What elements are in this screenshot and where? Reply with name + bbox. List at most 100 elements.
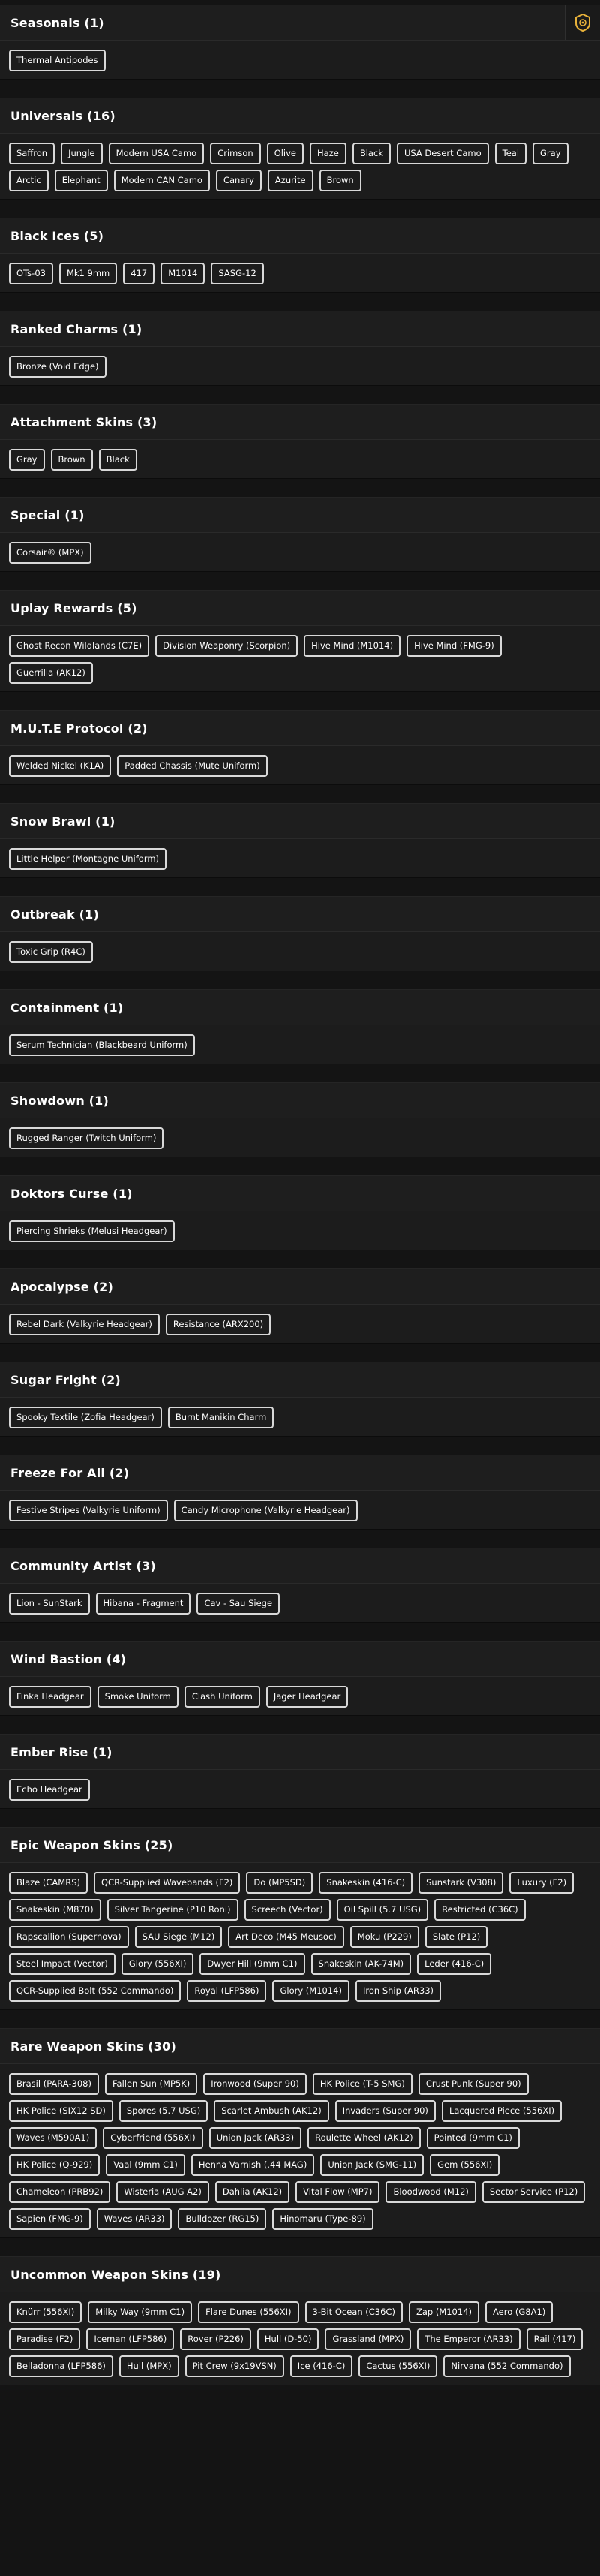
item-chip[interactable]: Clash Uniform	[184, 1686, 260, 1708]
item-chip[interactable]: Rapscallion (Supernova)	[9, 1926, 129, 1948]
item-chip[interactable]: Glory (556XI)	[121, 1953, 194, 1975]
item-chip[interactable]: Dwyer Hill (9mm C1)	[200, 1953, 305, 1975]
item-chip[interactable]: Cactus (556XI)	[358, 2355, 438, 2377]
item-chip[interactable]: Do (MP5SD)	[246, 1872, 314, 1894]
item-chip[interactable]: Sunstark (V308)	[418, 1872, 504, 1894]
item-chip[interactable]: SAU Siege (M12)	[134, 1926, 223, 1948]
item-chip[interactable]: Bulldozer (RG15)	[178, 2208, 267, 2230]
item-chip[interactable]: Teal	[494, 143, 527, 164]
item-chip[interactable]: Finka Headgear	[9, 1686, 92, 1708]
item-chip[interactable]: Snakeskin (416-C)	[319, 1872, 413, 1894]
item-chip[interactable]: Thermal Antipodes	[9, 50, 106, 71]
item-chip[interactable]: Grassland (MPX)	[325, 2328, 412, 2350]
item-chip[interactable]: Hinomaru (Type-89)	[272, 2208, 374, 2230]
item-chip[interactable]: Jager Headgear	[266, 1686, 349, 1708]
item-chip[interactable]: Festive Stripes (Valkyrie Uniform)	[9, 1500, 168, 1521]
item-chip[interactable]: Zap (M1014)	[408, 2301, 479, 2323]
item-chip[interactable]: QCR-Supplied Wavebands (F2)	[93, 1872, 241, 1894]
item-chip[interactable]: Candy Microphone (Valkyrie Headgear)	[173, 1500, 358, 1521]
item-chip[interactable]: Piercing Shrieks (Melusi Headgear)	[9, 1220, 175, 1242]
item-chip[interactable]: HK Police (Q-929)	[9, 2154, 100, 2176]
item-chip[interactable]: Modern CAN Camo	[113, 170, 210, 191]
item-chip[interactable]: Moku (P229)	[350, 1926, 419, 1948]
item-chip[interactable]: Fallen Sun (MP5K)	[104, 2073, 198, 2095]
item-chip[interactable]: Padded Chassis (Mute Uniform)	[117, 755, 268, 777]
item-chip[interactable]: Slate (P12)	[424, 1926, 488, 1948]
item-chip[interactable]: Union Jack (SMG-11)	[320, 2154, 424, 2176]
item-chip[interactable]: Gem (556XI)	[430, 2154, 500, 2176]
item-chip[interactable]: Crimson	[210, 143, 261, 164]
item-chip[interactable]: Royal (LFP586)	[187, 1980, 267, 2002]
item-chip[interactable]: Blaze (CAMRS)	[9, 1872, 88, 1894]
item-chip[interactable]: Union Jack (AR33)	[208, 2127, 302, 2149]
item-chip[interactable]: Pit Crew (9x19VSN)	[184, 2355, 284, 2377]
item-chip[interactable]: HK Police (SIX12 SD)	[9, 2100, 113, 2122]
item-chip[interactable]: Division Weaponry (Scorpion)	[155, 635, 298, 657]
item-chip[interactable]: Dahlia (AK12)	[214, 2181, 290, 2203]
item-chip[interactable]: Glory (M1014)	[272, 1980, 350, 2002]
item-chip[interactable]: Hull (MPX)	[118, 2355, 179, 2377]
item-chip[interactable]: Hull (D-50)	[256, 2328, 320, 2350]
item-chip[interactable]: Gray	[9, 449, 45, 471]
item-chip[interactable]: Jungle	[61, 143, 103, 164]
item-chip[interactable]: Oil Spill (5.7 USG)	[336, 1899, 429, 1921]
item-chip[interactable]: Steel Impact (Vector)	[9, 1953, 116, 1975]
item-chip[interactable]: Rugged Ranger (Twitch Uniform)	[9, 1127, 164, 1149]
item-chip[interactable]: Welded Nickel (K1A)	[9, 755, 112, 777]
item-chip[interactable]: Arctic	[9, 170, 49, 191]
item-chip[interactable]: Art Deco (M45 Meusoc)	[228, 1926, 344, 1948]
item-chip[interactable]: Guerrilla (AK12)	[9, 662, 93, 684]
item-chip[interactable]: Gray	[532, 143, 568, 164]
item-chip[interactable]: Serum Technician (Blackbeard Uniform)	[9, 1034, 195, 1056]
item-chip[interactable]: Leder (416-C)	[417, 1953, 492, 1975]
item-chip[interactable]: HK Police (T-5 SMG)	[312, 2073, 412, 2095]
item-chip[interactable]: Waves (AR33)	[96, 2208, 172, 2230]
item-chip[interactable]: SASG-12	[211, 263, 264, 284]
item-chip[interactable]: Roulette Wheel (AK12)	[308, 2127, 421, 2149]
item-chip[interactable]: Ghost Recon Wildlands (C7E)	[9, 635, 150, 657]
item-chip[interactable]: Vaal (9mm C1)	[106, 2154, 185, 2176]
item-chip[interactable]: Iron Ship (AR33)	[355, 1980, 442, 2002]
item-chip[interactable]: Sapien (FMG-9)	[9, 2208, 91, 2230]
item-chip[interactable]: Sector Service (P12)	[482, 2181, 586, 2203]
item-chip[interactable]: Brasil (PARA-308)	[9, 2073, 99, 2095]
item-chip[interactable]: Black	[352, 143, 391, 164]
item-chip[interactable]: Screech (Vector)	[244, 1899, 331, 1921]
item-chip[interactable]: Pointed (9mm C1)	[426, 2127, 520, 2149]
item-chip[interactable]: Bronze (Void Edge)	[9, 356, 106, 378]
item-chip[interactable]: Milky Way (9mm C1)	[88, 2301, 193, 2323]
item-chip[interactable]: Burnt Manikin Charm	[167, 1407, 274, 1428]
item-chip[interactable]: Crust Punk (Super 90)	[418, 2073, 529, 2095]
item-chip[interactable]: Iceman (LFP586)	[86, 2328, 175, 2350]
item-chip[interactable]: Aero (G8A1)	[485, 2301, 554, 2323]
item-chip[interactable]: Ice (416-C)	[290, 2355, 353, 2377]
item-chip[interactable]: OTs-03	[9, 263, 53, 284]
item-chip[interactable]: Spooky Textile (Zofia Headgear)	[9, 1407, 162, 1428]
item-chip[interactable]: Belladonna (LFP586)	[9, 2355, 113, 2377]
item-chip[interactable]: Chameleon (PRB92)	[9, 2181, 111, 2203]
item-chip[interactable]: Hibana - Fragment	[95, 1593, 191, 1615]
item-chip[interactable]: USA Desert Camo	[396, 143, 489, 164]
item-chip[interactable]: Paradise (F2)	[9, 2328, 81, 2350]
item-chip[interactable]: Black	[98, 449, 137, 471]
item-chip[interactable]: 3-Bit Ocean (C36C)	[304, 2301, 403, 2323]
item-chip[interactable]: Olive	[266, 143, 304, 164]
item-chip[interactable]: Rail (417)	[526, 2328, 584, 2350]
item-chip[interactable]: Cav - Sau Siege	[196, 1593, 280, 1615]
corner-menu-button[interactable]	[565, 5, 600, 40]
item-chip[interactable]: Azurite	[267, 170, 314, 191]
item-chip[interactable]: Elephant	[54, 170, 108, 191]
item-chip[interactable]: Toxic Grip (R4C)	[9, 941, 93, 963]
item-chip[interactable]: Modern USA Camo	[108, 143, 205, 164]
item-chip[interactable]: Little Helper (Montagne Uniform)	[9, 848, 167, 870]
item-chip[interactable]: Flare Dunes (556XI)	[198, 2301, 299, 2323]
item-chip[interactable]: Rebel Dark (Valkyrie Headgear)	[9, 1314, 160, 1335]
item-chip[interactable]: Silver Tangerine (P10 Roni)	[106, 1899, 238, 1921]
item-chip[interactable]: Saffron	[9, 143, 56, 164]
item-chip[interactable]: Wisteria (AUG A2)	[116, 2181, 209, 2203]
item-chip[interactable]: Corsair® (MPX)	[9, 542, 92, 564]
item-chip[interactable]: Brown	[319, 170, 362, 191]
item-chip[interactable]: Mk1 9mm	[58, 263, 118, 284]
item-chip[interactable]: Hive Mind (FMG-9)	[406, 635, 502, 657]
item-chip[interactable]: Lacquered Piece (556XI)	[441, 2100, 562, 2122]
